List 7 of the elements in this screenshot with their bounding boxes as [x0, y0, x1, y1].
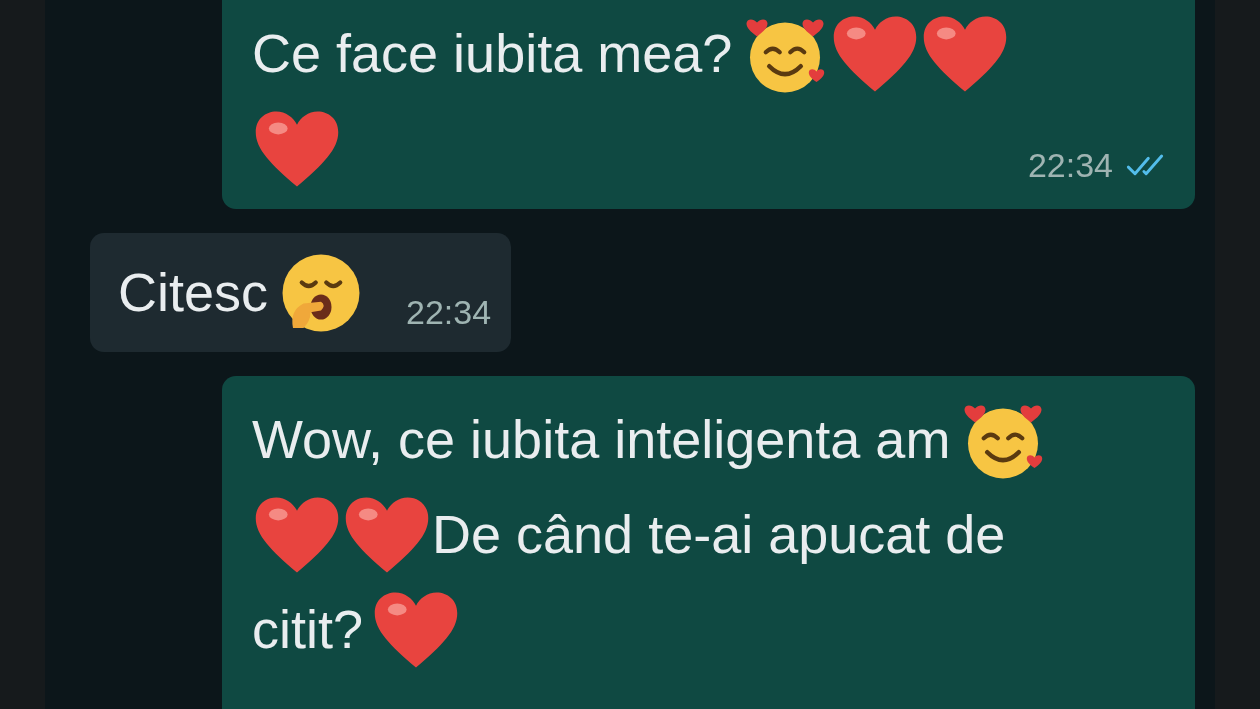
message-text: Ce face iubita mea? [252, 22, 733, 86]
message-text: De când te-ai apucat de [432, 503, 1006, 567]
message-text: citit? [252, 598, 364, 662]
message-time: 22:34 [1027, 146, 1113, 185]
message-text: Wow, ce iubita inteligenta am [252, 408, 951, 472]
message-text: Citesc [118, 261, 269, 325]
message-time: 22:34 [406, 293, 492, 332]
